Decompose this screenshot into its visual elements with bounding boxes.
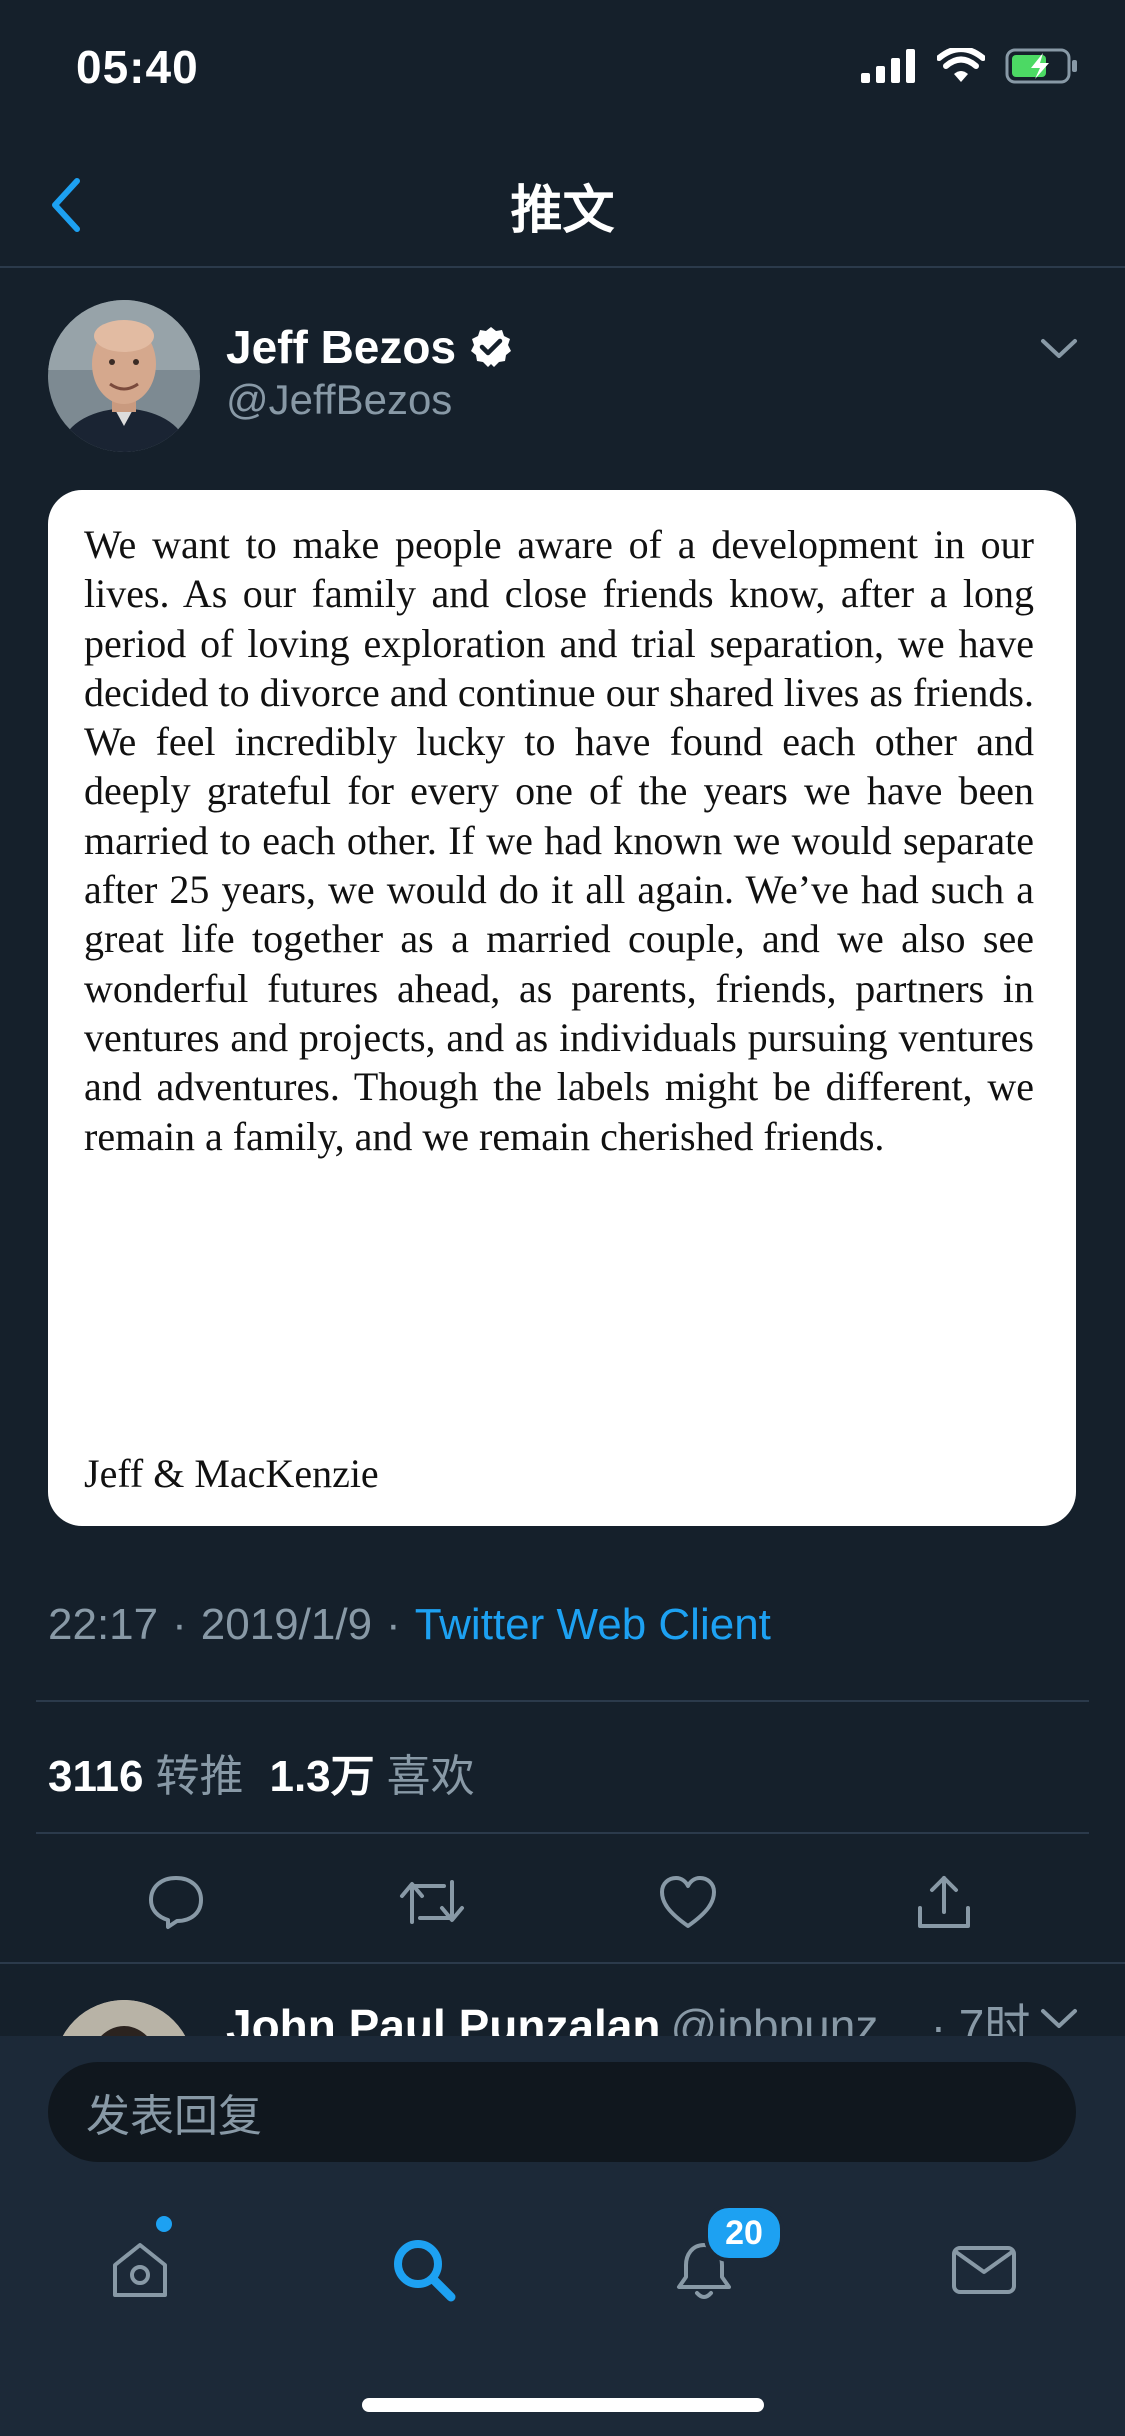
reply-input-placeholder: 发表回复: [86, 2092, 262, 2141]
tweet-actions: [0, 1862, 1125, 1942]
home-indicator[interactable]: [362, 2398, 764, 2412]
divider: [36, 1832, 1089, 1834]
reply-menu-button[interactable]: [1039, 2006, 1079, 2037]
tab-home[interactable]: [90, 2220, 190, 2320]
author-avatar[interactable]: [48, 300, 200, 452]
verified-badge-icon: [471, 327, 512, 367]
home-unread-dot: [156, 2216, 172, 2232]
tweet-meta: 22:17 · 2019/1/9 · Twitter Web Client: [48, 1600, 771, 1650]
status-time: 05:40: [76, 41, 199, 93]
author-handle[interactable]: @JeffBezos: [226, 376, 452, 424]
author-name-text: Jeff Bezos: [226, 321, 457, 373]
tweet-date: 2019/1/9: [200, 1600, 373, 1649]
chevron-down-icon: [1041, 339, 1077, 358]
battery-charging-icon: [1005, 48, 1077, 84]
letter-signature: Jeff & MacKenzie: [84, 1451, 379, 1496]
heart-icon: [660, 1876, 716, 1928]
like-button[interactable]: [648, 1862, 728, 1942]
likes-stat[interactable]: 1.3万 喜欢: [269, 1752, 474, 1801]
reply-input[interactable]: 发表回复: [48, 2062, 1076, 2162]
wifi-icon: [937, 48, 985, 82]
reply-button[interactable]: [136, 1862, 216, 1942]
home-icon: [113, 2243, 167, 2297]
tweet-menu-button[interactable]: [1039, 336, 1079, 367]
status-icons: [861, 48, 1079, 84]
page-title: 推文: [510, 182, 615, 240]
share-icon: [918, 1876, 970, 1928]
retweets-count: 3116: [48, 1752, 144, 1801]
search-icon: [394, 2240, 456, 2302]
avatar-image: [48, 300, 200, 452]
tweet-stats: 3116 转推 1.3万 喜欢: [48, 1740, 475, 1804]
reply-icon: [149, 1876, 203, 1929]
navigation-bar: 推文: [0, 140, 1125, 268]
letter-text: We want to make people aware of a develo…: [84, 522, 1034, 1159]
tweet-client-link[interactable]: Twitter Web Client: [415, 1600, 771, 1649]
cellular-signal-icon: [861, 49, 915, 83]
retweet-button[interactable]: [392, 1862, 472, 1942]
likes-count: 1.3万: [269, 1752, 375, 1801]
chevron-down-icon: [1041, 2009, 1077, 2028]
author-name[interactable]: Jeff Bezos: [226, 320, 512, 374]
retweets-label: 转推: [155, 1752, 244, 1801]
retweets-stat[interactable]: 3116 转推: [48, 1752, 243, 1801]
divider: [36, 1700, 1089, 1702]
mail-icon: [952, 2246, 1016, 2294]
tweet-time: 22:17: [48, 1600, 159, 1649]
meta-separator: ·: [386, 1600, 401, 1649]
divider: [0, 1962, 1125, 1964]
tweet-image[interactable]: We want to make people aware of a develo…: [48, 490, 1076, 1526]
meta-separator: ·: [172, 1600, 187, 1649]
tab-search[interactable]: [374, 2220, 474, 2320]
share-button[interactable]: [904, 1862, 984, 1942]
tab-messages[interactable]: [934, 2220, 1034, 2320]
likes-label: 喜欢: [386, 1752, 475, 1801]
retweet-icon: [400, 1880, 464, 1924]
notifications-badge: 20: [704, 2204, 784, 2262]
